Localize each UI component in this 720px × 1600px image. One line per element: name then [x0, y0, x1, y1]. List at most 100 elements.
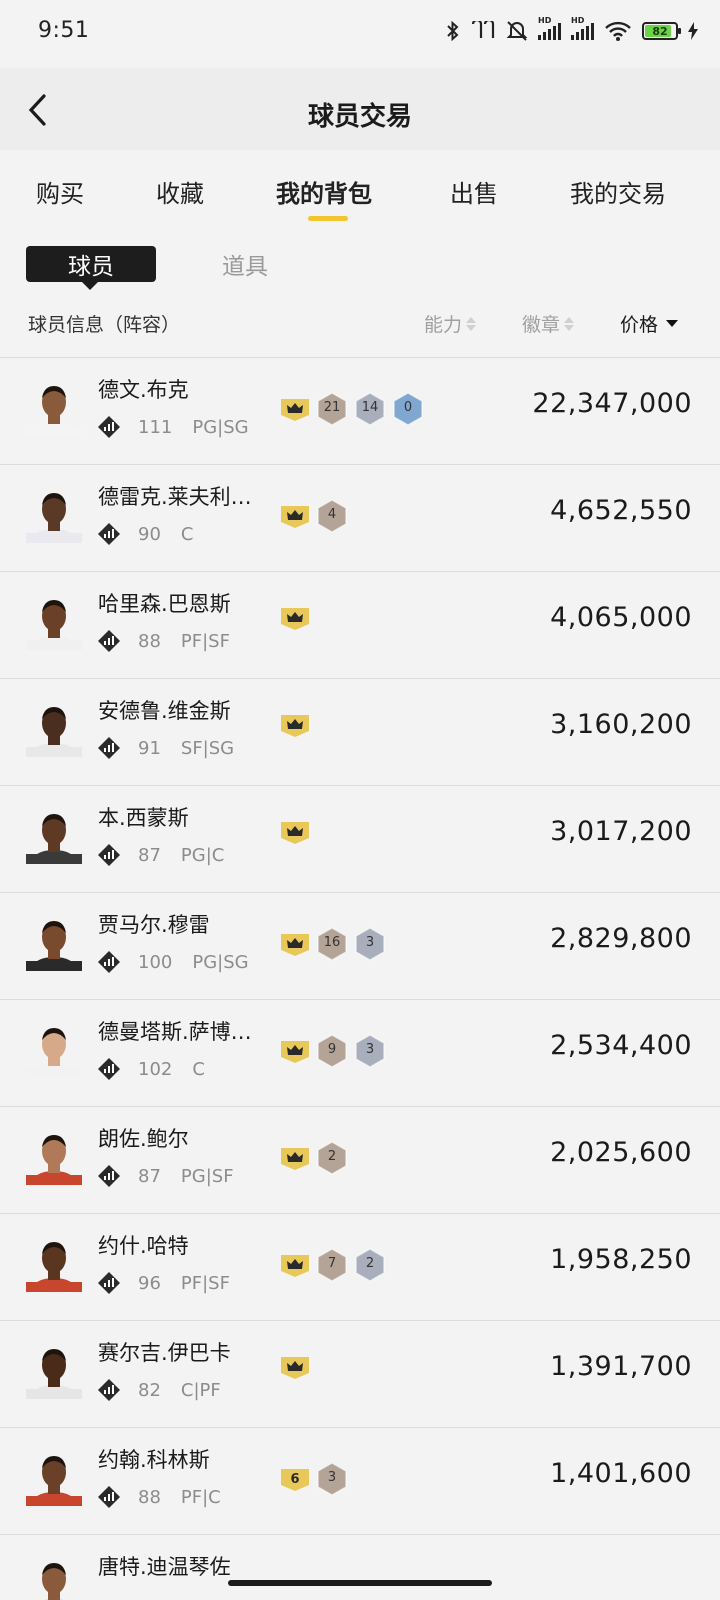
player-positions: C — [192, 1058, 205, 1080]
player-badges: 93 — [280, 1034, 386, 1068]
wifi-icon — [605, 21, 631, 41]
sort-arrows-icon — [564, 316, 575, 332]
bluetooth-icon — [447, 21, 459, 41]
sort-badge[interactable]: 徽章 — [522, 310, 575, 337]
player-avatar — [26, 707, 82, 757]
badge-count-value: 3 — [365, 1042, 375, 1057]
player-price: 2,025,600 — [550, 1137, 692, 1168]
player-rating: 87 — [138, 1165, 161, 1187]
player-rating: 96 — [138, 1272, 161, 1294]
tab-buy[interactable]: 购买 — [36, 174, 84, 209]
player-price: 4,652,550 — [550, 495, 692, 526]
crown-badge-value: 6 — [290, 1472, 299, 1487]
rank-diamond-icon — [98, 844, 120, 866]
badge-count-value: 21 — [323, 400, 341, 415]
player-name: 朗佐.鲍尔 — [98, 1127, 189, 1151]
badge-count-bronze: 21 — [316, 392, 348, 426]
badge-count-value: 14 — [361, 400, 379, 415]
player-avatar — [26, 386, 82, 436]
player-meta: 88 PF|SF — [98, 630, 230, 652]
rank-diamond-icon — [98, 416, 120, 438]
sort-price[interactable]: 价格 — [620, 310, 679, 337]
player-avatar — [26, 1349, 82, 1399]
badge-count-bronze: 4 — [316, 499, 348, 533]
player-positions: PG|C — [180, 844, 225, 866]
crown-badge-icon — [281, 608, 309, 630]
player-avatar — [26, 921, 82, 971]
tab-sell[interactable]: 出售 — [450, 174, 498, 209]
charging-icon — [688, 22, 698, 40]
badge-count-value: 2 — [327, 1149, 337, 1164]
player-avatar — [26, 1028, 82, 1078]
tab-my-trades[interactable]: 我的交易 — [570, 174, 666, 209]
badge-count-value: 4 — [327, 507, 337, 522]
main-tabs: 购买 收藏 我的背包 出售 我的交易 — [0, 150, 720, 230]
status-time: 9:51 — [38, 18, 90, 43]
player-avatar — [26, 1242, 82, 1292]
player-price: 3,017,200 — [550, 816, 692, 847]
player-row[interactable]: 德文.布克 111 PG|SG 21 14 0 22,347,000 — [0, 357, 720, 464]
sort-ability[interactable]: 能力 — [424, 310, 477, 337]
player-price: 4,065,000 — [550, 602, 692, 633]
badge-count-value: 16 — [323, 935, 341, 950]
player-name: 哈里森.巴恩斯 — [98, 592, 231, 616]
player-row[interactable]: 德曼塔斯.萨博… 102 C 9 3 2,534,400 — [0, 999, 720, 1106]
column-player-info: 球员信息（阵容） — [28, 314, 181, 336]
badge-count-value: 3 — [365, 935, 375, 950]
player-row[interactable]: 赛尔吉.伊巴卡 82 C|PF 1,391,700 — [0, 1320, 720, 1427]
player-row[interactable]: 安德鲁.维金斯 91 SF|SG 3,160,200 — [0, 678, 720, 785]
tab-my-backpack[interactable]: 我的背包 — [276, 174, 372, 209]
player-price: 1,958,250 — [550, 1244, 692, 1275]
player-row[interactable]: 约翰.科林斯 88 PF|C 6 3 1,401,600 — [0, 1427, 720, 1534]
badge-count-value: 3 — [327, 1470, 337, 1485]
active-tab-indicator — [308, 216, 348, 221]
badge-count-value: 0 — [403, 400, 413, 415]
player-row[interactable]: 朗佐.鲍尔 87 PG|SF 2 2,025,600 — [0, 1106, 720, 1213]
badge-count-silver: 3 — [354, 927, 386, 961]
player-avatar — [26, 600, 82, 650]
player-badges: 2 — [280, 1141, 348, 1175]
sort-desc-icon — [666, 320, 679, 327]
badge-count-silver: 2 — [354, 1248, 386, 1282]
player-rating: 87 — [138, 844, 161, 866]
badge-count-bronze: 7 — [316, 1248, 348, 1282]
player-badges — [280, 606, 310, 630]
player-name: 本.西蒙斯 — [98, 806, 189, 830]
mute-bell-icon — [506, 21, 528, 41]
tab-favorites[interactable]: 收藏 — [156, 174, 204, 209]
player-rating: 102 — [138, 1058, 173, 1080]
player-positions: PF|SF — [180, 1272, 230, 1294]
player-row[interactable]: 德雷克.莱夫利… 90 C 4 4,652,550 — [0, 464, 720, 571]
player-positions: PG|SG — [192, 416, 249, 438]
player-row[interactable]: 哈里森.巴恩斯 88 PF|SF 4,065,000 — [0, 571, 720, 678]
player-name: 德文.布克 — [98, 378, 189, 402]
crown-badge-icon — [281, 1148, 309, 1170]
badge-count-silver: 3 — [354, 1034, 386, 1068]
player-row[interactable]: 贾马尔.穆雷 100 PG|SG 16 3 2,829,800 — [0, 892, 720, 999]
player-row[interactable]: 约什.哈特 96 PF|SF 7 2 1,958,250 — [0, 1213, 720, 1320]
segment-items[interactable]: 道具 — [222, 246, 268, 282]
player-avatar — [26, 814, 82, 864]
player-price: 1,401,600 — [550, 1458, 692, 1489]
player-rating: 88 — [138, 630, 161, 652]
player-meta: 82 C|PF — [98, 1379, 221, 1401]
crown-badge-icon: 6 — [281, 1469, 309, 1491]
segment-players[interactable]: 球员 — [26, 246, 156, 290]
crown-badge-icon — [281, 1357, 309, 1379]
player-rating: 91 — [138, 737, 161, 759]
player-badges: 63 — [280, 1462, 348, 1496]
player-row[interactable]: 唐特.迪温琴佐 — [0, 1534, 720, 1600]
player-row[interactable]: 本.西蒙斯 87 PG|C 3,017,200 — [0, 785, 720, 892]
player-meta: 90 C — [98, 523, 193, 545]
player-meta: 96 PF|SF — [98, 1272, 230, 1294]
rank-diamond-icon — [98, 523, 120, 545]
badge-count-bronze: 3 — [316, 1462, 348, 1496]
player-meta: 87 PG|SF — [98, 1165, 234, 1187]
player-positions: PG|SG — [192, 951, 249, 973]
rank-diamond-icon — [98, 1379, 120, 1401]
crown-badge-icon — [281, 715, 309, 737]
player-price: 3,160,200 — [550, 709, 692, 740]
crown-badge-icon — [281, 1255, 309, 1277]
rank-diamond-icon — [98, 1165, 120, 1187]
badge-count-blue: 0 — [392, 392, 424, 426]
